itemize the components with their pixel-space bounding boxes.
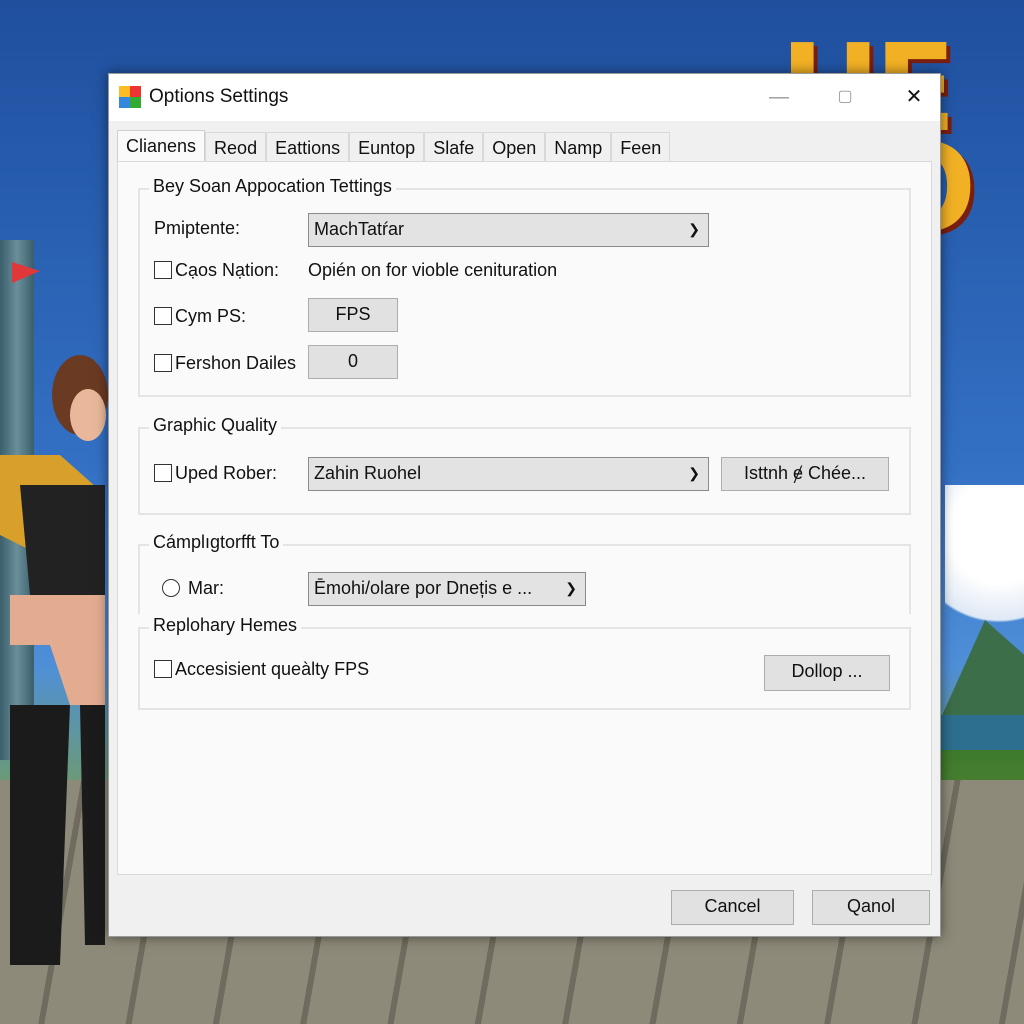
cloud-image bbox=[945, 485, 1024, 645]
choose-button[interactable]: Isttnh ɇ Chée... bbox=[721, 457, 889, 491]
checkbox-label: Cym PS: bbox=[175, 306, 247, 326]
radio-button[interactable] bbox=[162, 579, 180, 597]
ok-button[interactable]: Qanol bbox=[812, 890, 930, 925]
pmiptente-label: Pmiptente: bbox=[154, 218, 241, 238]
group-compatibility: Cámplıgtorfft To Mar: Ēmohi/olare por Dn… bbox=[138, 532, 911, 614]
group-application-settings: Bey Soan Appocation Tettings Pmiptente: … bbox=[138, 176, 911, 397]
dollop-button[interactable]: Dollop ... bbox=[764, 655, 890, 691]
options-dialog: Options Settings — ▢ ✕ Clianens Reod Eat… bbox=[108, 73, 941, 937]
select-value: Zahin Ruohel bbox=[314, 463, 422, 483]
uped-rober-checkbox[interactable]: Uped Rober: bbox=[154, 463, 277, 484]
group-replohary-hemes: Replohary Hemes Accesisient queàlty FPS … bbox=[138, 615, 911, 710]
checkbox-box[interactable] bbox=[154, 307, 172, 325]
tab-clianens[interactable]: Clianens bbox=[117, 130, 206, 163]
caos-nation-description: Opién on for vioble cenituration bbox=[308, 260, 558, 280]
tab-bar: Clianens Reod Eattions Euntop Slafe Open… bbox=[117, 130, 671, 163]
fps-button[interactable]: FPS bbox=[308, 298, 398, 332]
dialog-title: Options Settings bbox=[149, 86, 289, 107]
radio-label: Mar: bbox=[188, 578, 224, 598]
group-graphic-quality: Graphic Quality Uped Rober: Zahin Ruohel… bbox=[138, 415, 911, 515]
select-value: MachTatŕar bbox=[314, 219, 405, 239]
chevron-down-icon: ❯ bbox=[565, 580, 577, 596]
tab-eattions[interactable]: Eattions bbox=[266, 132, 350, 162]
close-button[interactable]: ✕ bbox=[894, 82, 934, 112]
mar-select[interactable]: Ēmohi/olare por Dnețis e ... ❯ bbox=[308, 572, 586, 606]
group-title: Replohary Hemes bbox=[149, 615, 302, 636]
fershon-dailes-checkbox[interactable]: Fershon Dailes bbox=[154, 353, 296, 374]
minimize-button[interactable]: — bbox=[759, 82, 799, 112]
tab-open[interactable]: Open bbox=[483, 132, 546, 162]
checkbox-box[interactable] bbox=[154, 261, 172, 279]
accessient-quality-checkbox[interactable]: Accesisient queàlty FPS bbox=[154, 659, 369, 680]
maximize-button[interactable]: ▢ bbox=[825, 82, 865, 112]
fershon-dailes-field[interactable]: 0 bbox=[308, 345, 398, 379]
chevron-down-icon: ❯ bbox=[688, 465, 700, 481]
chevron-down-icon: ❯ bbox=[688, 221, 700, 237]
cym-ps-checkbox[interactable]: Cym PS: bbox=[154, 306, 246, 327]
tab-slafe[interactable]: Slafe bbox=[424, 132, 484, 162]
cancel-button[interactable]: Cancel bbox=[671, 890, 794, 925]
game-character bbox=[0, 355, 108, 965]
group-title: Bey Soan Appocation Tettings bbox=[149, 176, 396, 197]
checkbox-box[interactable] bbox=[154, 354, 172, 372]
uped-rober-select[interactable]: Zahin Ruohel ❯ bbox=[308, 457, 709, 491]
group-title: Graphic Quality bbox=[149, 415, 282, 436]
tab-panel: Bey Soan Appocation Tettings Pmiptente: … bbox=[117, 161, 932, 875]
title-bar[interactable]: Options Settings — ▢ ✕ bbox=[109, 74, 940, 121]
checkbox-label: Accesisient queàlty FPS bbox=[175, 659, 370, 679]
tab-namp[interactable]: Namp bbox=[545, 132, 612, 162]
checkbox-label: Fershon Dailes bbox=[175, 353, 297, 373]
checkbox-box[interactable] bbox=[154, 464, 172, 482]
checkbox-label: Cạos Nạtion: bbox=[175, 260, 280, 280]
mar-radio[interactable]: Mar: bbox=[162, 578, 224, 599]
tab-euntop[interactable]: Euntop bbox=[349, 132, 425, 162]
caos-nation-checkbox[interactable]: Cạos Nạtion: bbox=[154, 260, 279, 281]
tab-feen[interactable]: Feen bbox=[611, 132, 671, 162]
app-icon bbox=[119, 86, 141, 108]
group-title: Cámplıgtorfft To bbox=[149, 532, 284, 553]
tab-reod[interactable]: Reod bbox=[205, 132, 267, 162]
select-value: Ēmohi/olare por Dnețis e ... bbox=[314, 578, 533, 598]
checkbox-box[interactable] bbox=[154, 660, 172, 678]
checkbox-label: Uped Rober: bbox=[175, 463, 278, 483]
pmiptente-select[interactable]: MachTatŕar ❯ bbox=[308, 213, 709, 247]
